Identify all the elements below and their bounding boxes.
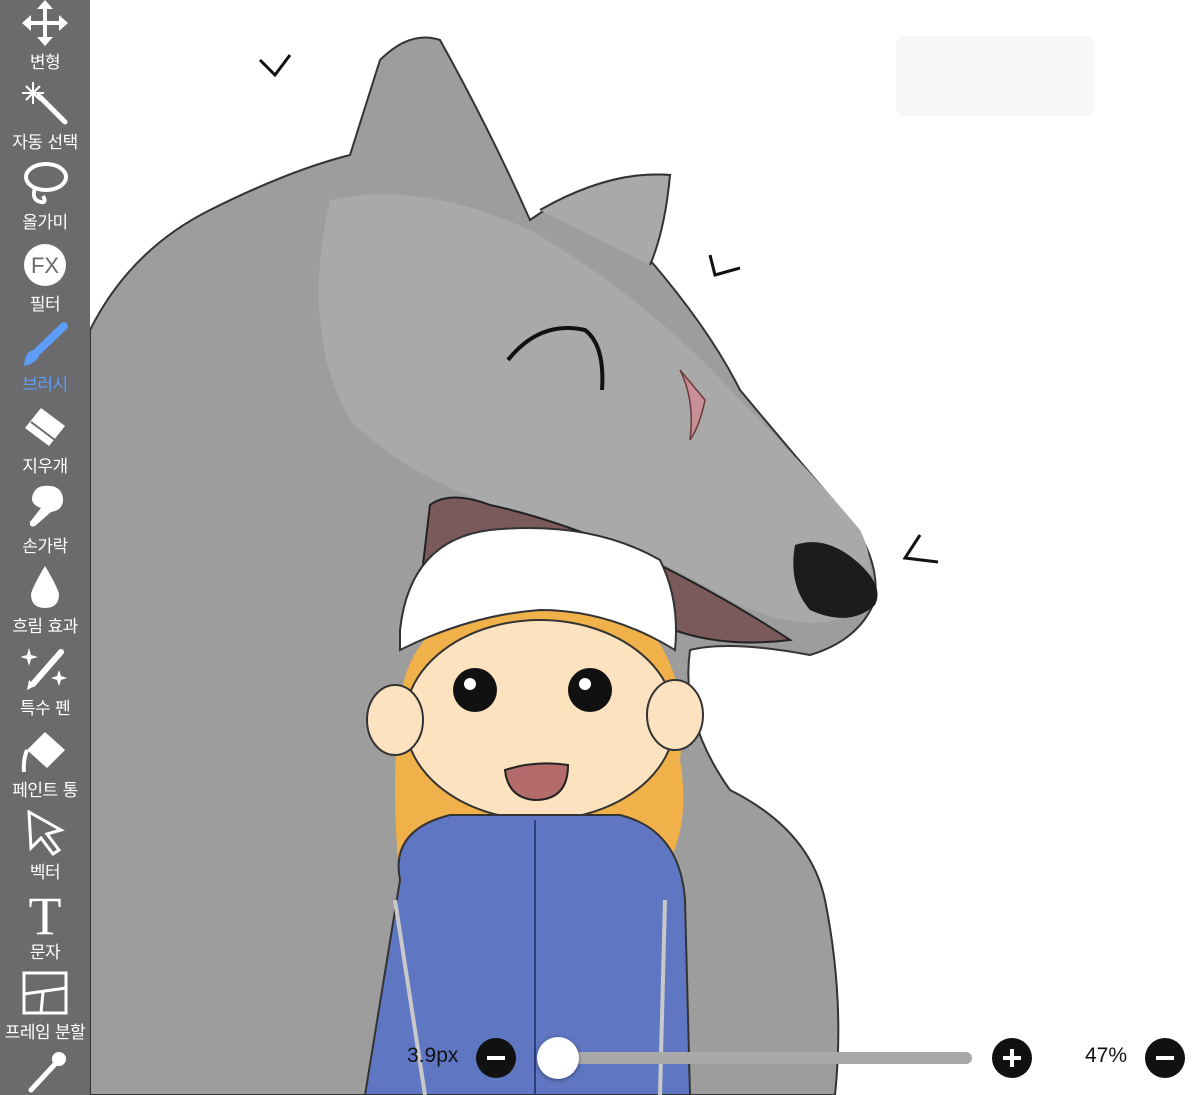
sparkle-pen-icon xyxy=(21,646,69,692)
child-eye-left xyxy=(453,668,497,712)
tool-brush-label: 브러시 xyxy=(22,375,68,395)
tool-smudge-label: 손가락 xyxy=(22,537,68,557)
brush-icon xyxy=(21,322,69,368)
magic-wand-icon xyxy=(21,80,69,126)
tool-lasso-label: 올가미 xyxy=(22,213,68,233)
mark-1 xyxy=(258,54,292,78)
fx-icon: FX xyxy=(21,242,69,288)
brush-size-slider-thumb[interactable] xyxy=(537,1037,579,1079)
mark-2 xyxy=(708,254,741,277)
tool-frame-divider[interactable]: 프레임 분할 xyxy=(0,970,90,1050)
tool-special-pen[interactable]: 특수 펜 xyxy=(0,646,90,726)
arrow-cursor-icon xyxy=(21,810,69,856)
tool-auto-select[interactable]: 자동 선택 xyxy=(0,80,90,160)
opacity-value: 47% xyxy=(1085,1044,1128,1067)
tool-transform-label: 변형 xyxy=(29,53,61,73)
paint-bucket-icon xyxy=(21,728,69,774)
tool-eyedropper[interactable] xyxy=(0,1050,90,1095)
tool-eraser-label: 지우개 xyxy=(22,457,68,477)
tool-smudge[interactable]: 손가락 xyxy=(0,484,90,564)
decrease-size-button[interactable] xyxy=(476,1038,516,1078)
tool-blur[interactable]: 흐림 효과 xyxy=(0,564,90,644)
child-ear-right xyxy=(646,679,704,751)
text-icon: T xyxy=(21,890,69,936)
minus-icon xyxy=(487,1056,505,1060)
tool-lasso[interactable]: 올가미 xyxy=(0,160,90,240)
brush-size-value: 3.9px xyxy=(407,1044,459,1067)
lasso-icon xyxy=(21,160,69,206)
eyedropper-icon xyxy=(21,1050,69,1095)
frame-divider-icon xyxy=(21,970,69,1016)
drop-icon xyxy=(21,564,69,610)
minus-icon xyxy=(1156,1056,1174,1060)
tool-transform[interactable]: 변형 xyxy=(0,0,90,80)
tool-paint-bucket[interactable]: 페인트 통 xyxy=(0,728,90,808)
faint-sketch xyxy=(896,36,1094,116)
tool-filter-label: 필터 xyxy=(29,295,61,315)
brush-controls-bar: 3.9px 47% xyxy=(400,1030,1200,1085)
tool-auto-select-label: 자동 선택 xyxy=(12,133,78,153)
tool-vector-label: 벡터 xyxy=(29,863,61,883)
tool-vector[interactable]: 벡터 xyxy=(0,810,90,890)
eye-highlight-right xyxy=(579,678,591,690)
wolf-and-child-drawing xyxy=(90,36,1094,1095)
brush-size-slider[interactable] xyxy=(550,1052,972,1064)
increase-size-button[interactable] xyxy=(992,1038,1032,1078)
tool-paint-bucket-label: 페인트 통 xyxy=(12,781,78,801)
tool-sidebar: 변형 자동 선택 올가미 FX 필터 브러시 지우개 손가락 흐림 효과 특수 … xyxy=(0,0,90,1095)
drawing-canvas[interactable] xyxy=(90,0,1200,1095)
move-icon xyxy=(21,0,69,46)
finger-icon xyxy=(21,484,69,530)
tool-filter[interactable]: FX 필터 xyxy=(0,242,90,322)
tool-blur-label: 흐림 효과 xyxy=(12,617,78,637)
text-glyph: T xyxy=(29,890,62,936)
child-ear-left xyxy=(366,684,424,756)
tool-frame-divider-label: 프레임 분할 xyxy=(4,1023,86,1043)
eye-highlight-left xyxy=(464,678,476,690)
mark-3 xyxy=(902,534,939,564)
eraser-icon xyxy=(21,404,69,450)
child-eye-right xyxy=(568,668,612,712)
tool-text[interactable]: T 문자 xyxy=(0,890,90,970)
tool-special-pen-label: 특수 펜 xyxy=(19,699,71,719)
tool-brush[interactable]: 브러시 xyxy=(0,322,90,402)
tool-text-label: 문자 xyxy=(29,943,61,963)
tool-eraser[interactable]: 지우개 xyxy=(0,404,90,484)
plus-icon xyxy=(1003,1049,1021,1067)
fx-glyph: FX xyxy=(31,253,59,278)
decrease-opacity-button[interactable] xyxy=(1145,1038,1185,1078)
